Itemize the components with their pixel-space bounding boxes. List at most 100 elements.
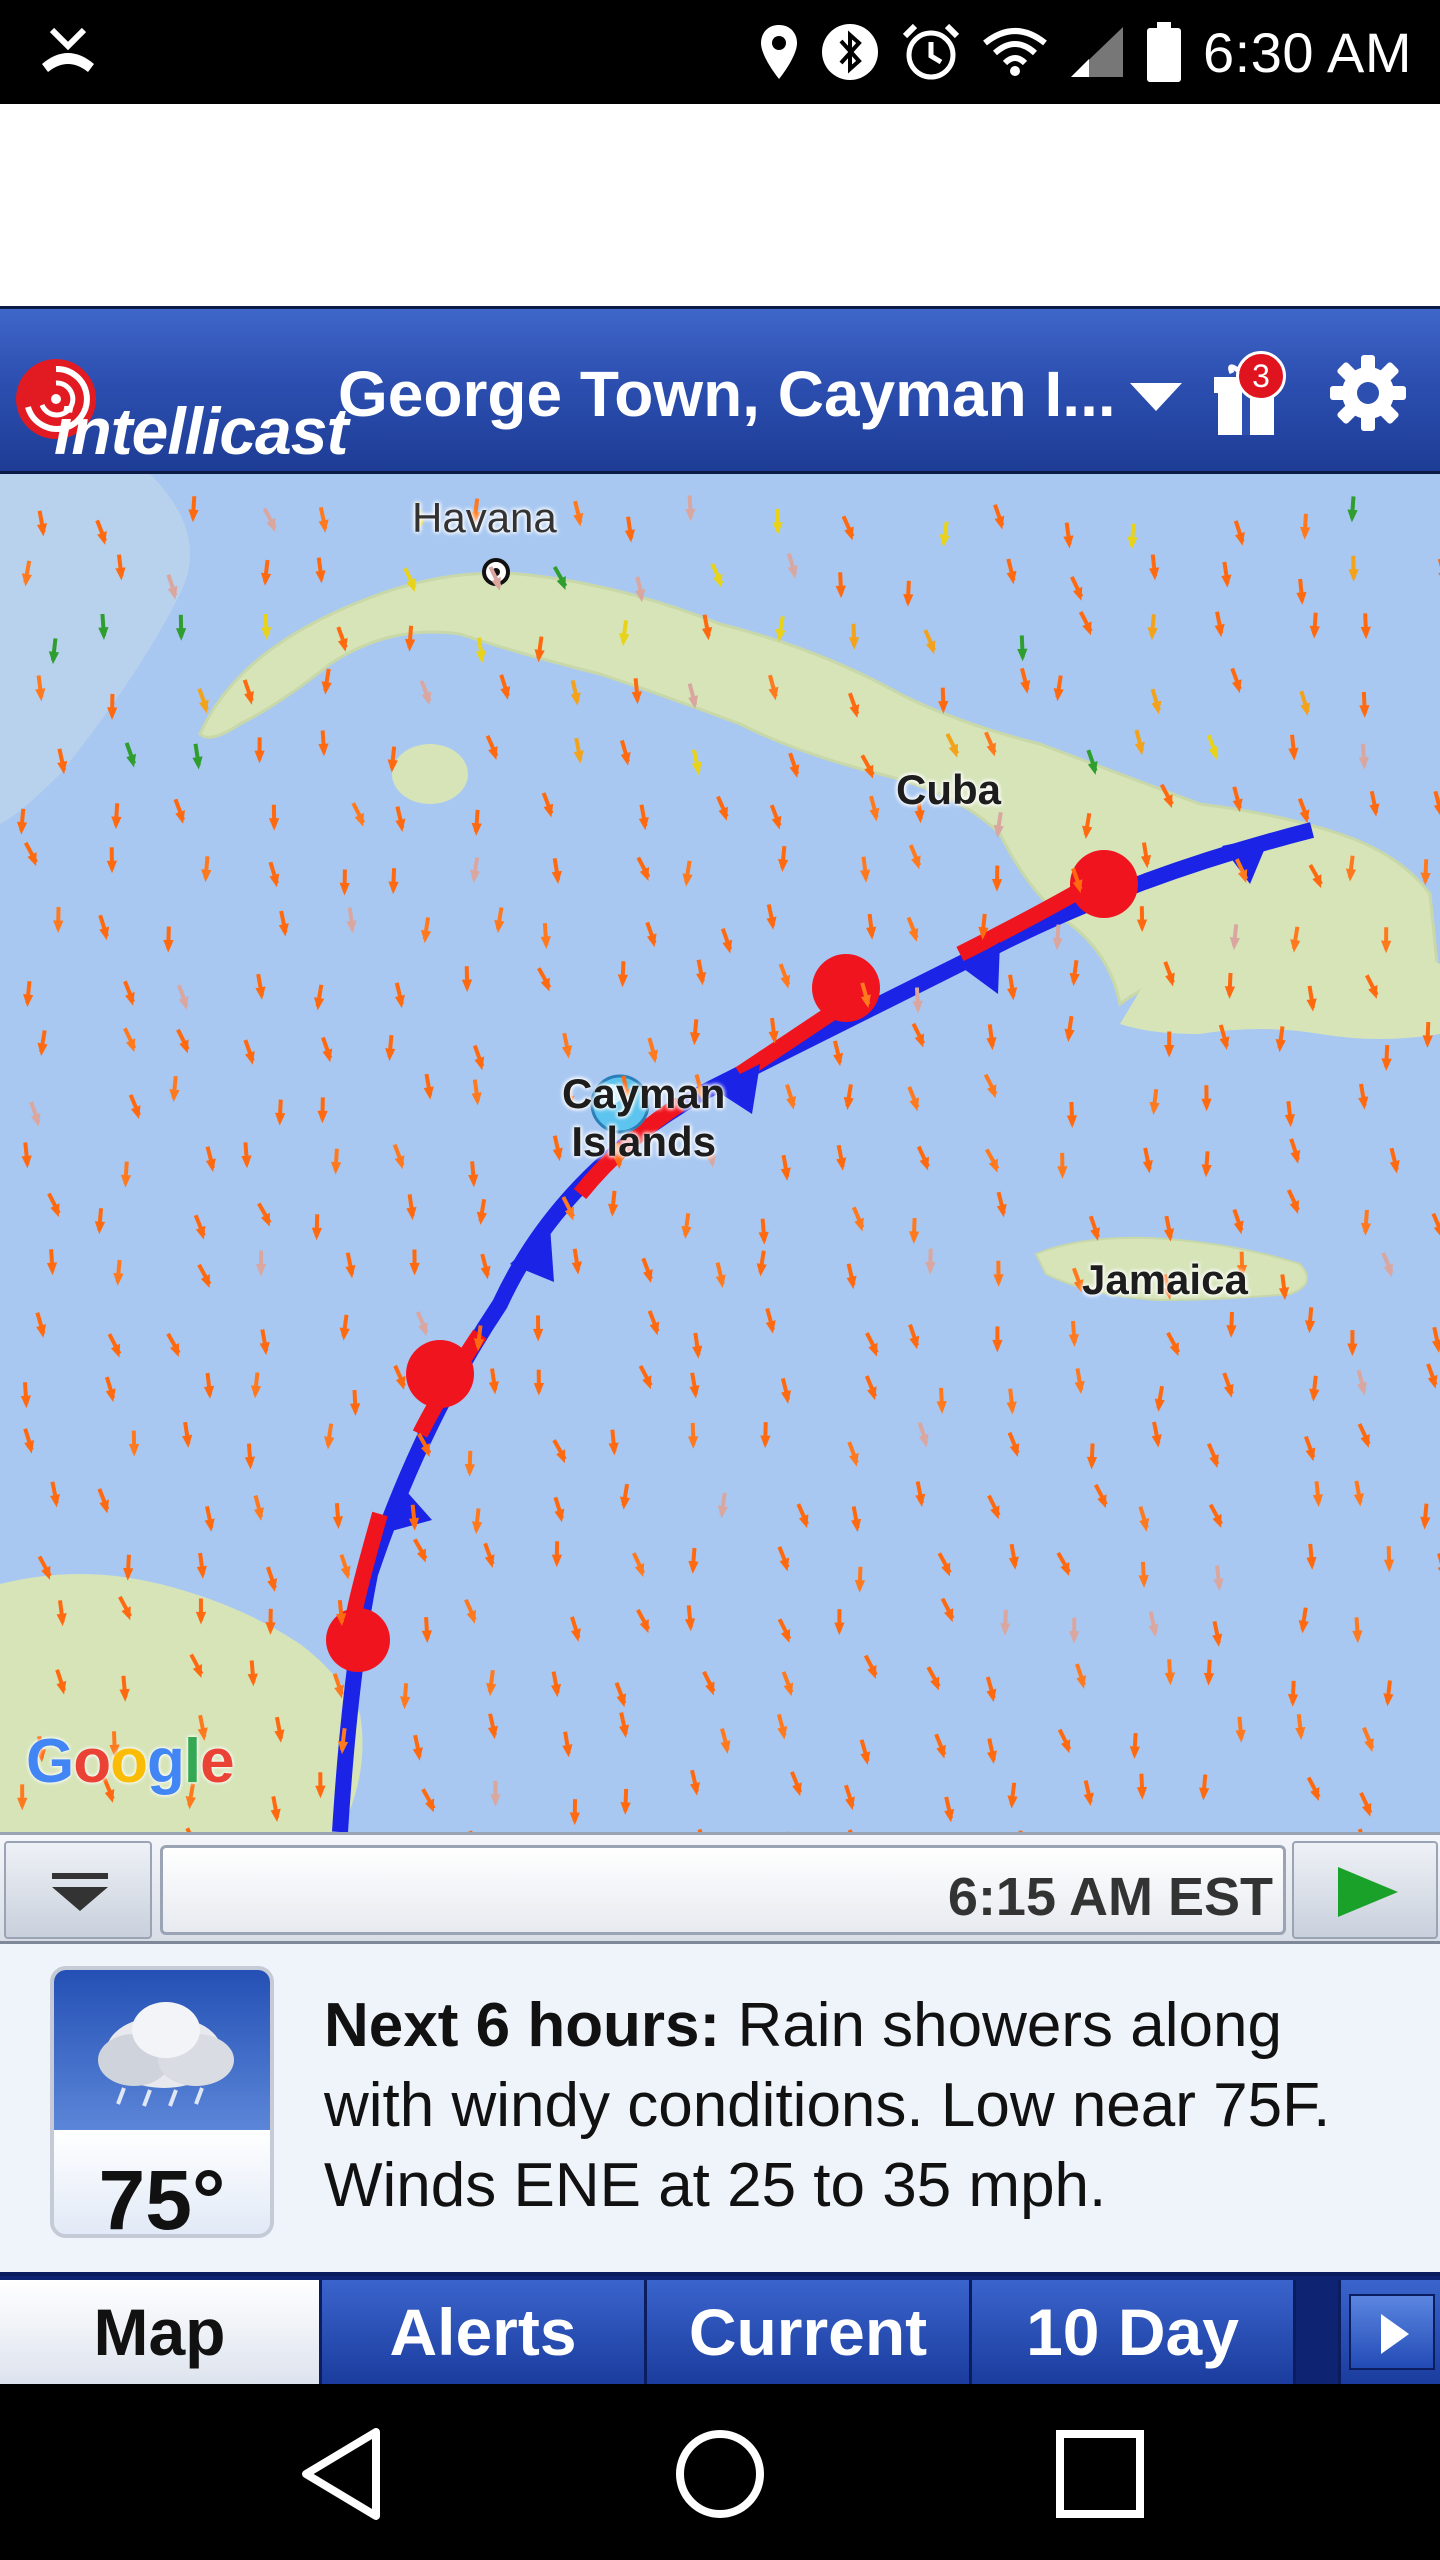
wind-arrow bbox=[1233, 520, 1245, 546]
wind-arrow bbox=[1142, 1147, 1153, 1174]
wind-arrow bbox=[113, 1259, 124, 1286]
wind-arrow bbox=[790, 1771, 803, 1797]
wind-arrow bbox=[607, 1190, 619, 1217]
wind-arrow bbox=[205, 1146, 216, 1173]
intellicast-logo: intellicast bbox=[8, 329, 348, 468]
wind-arrow bbox=[339, 1314, 350, 1341]
tab-alerts[interactable]: Alerts bbox=[322, 2280, 647, 2384]
app-header: intellicast George Town, Cayman I... 3 bbox=[0, 306, 1440, 474]
wind-arrow bbox=[166, 1332, 181, 1357]
wind-arrow bbox=[1298, 1607, 1309, 1634]
wind-arrow bbox=[349, 1389, 361, 1417]
wind-arrow bbox=[1288, 734, 1299, 761]
wind-arrow bbox=[471, 1079, 482, 1106]
wind-arrow bbox=[461, 966, 473, 993]
wind-arrow bbox=[854, 1566, 866, 1593]
tab-10-day[interactable]: 10 Day bbox=[972, 2280, 1296, 2384]
wind-arrow bbox=[413, 1538, 428, 1563]
gear-icon[interactable] bbox=[1326, 351, 1410, 435]
wind-arrow bbox=[1086, 1443, 1098, 1470]
wind-arrow bbox=[1295, 1714, 1306, 1741]
tabs-more-button[interactable] bbox=[1338, 2280, 1440, 2384]
map-label-cayman-line2: Islands bbox=[571, 1118, 717, 1165]
wind-arrow bbox=[532, 1315, 544, 1342]
back-icon[interactable] bbox=[296, 2424, 386, 2524]
weather-icon-background bbox=[54, 1970, 270, 2130]
wind-arrow bbox=[1286, 1189, 1300, 1215]
signal-icon bbox=[1071, 27, 1124, 77]
wind-arrow bbox=[1052, 924, 1063, 951]
wind-arrow bbox=[480, 1253, 491, 1280]
chevron-down-icon[interactable] bbox=[1128, 381, 1184, 413]
wind-arrow bbox=[1129, 1732, 1141, 1760]
wind-arrow bbox=[1206, 1442, 1220, 1469]
wind-arrow bbox=[573, 500, 584, 527]
play-button[interactable] bbox=[1292, 1841, 1438, 1939]
timeline-slider[interactable]: 6:15 AM EST bbox=[160, 1845, 1286, 1935]
weather-map[interactable]: Havana Cuba Cayman Islands Jamaica Googl… bbox=[0, 474, 1440, 1832]
wind-arrow bbox=[987, 1494, 1001, 1520]
wind-arrow bbox=[339, 1554, 351, 1580]
wind-arrow bbox=[1147, 614, 1158, 641]
wind-arrow bbox=[315, 557, 326, 584]
wind-arrow bbox=[421, 1616, 433, 1644]
wind-arrow bbox=[936, 1387, 947, 1414]
tab-current[interactable]: Current bbox=[647, 2280, 972, 2384]
wind-arrow bbox=[464, 1598, 477, 1624]
wind-arrow bbox=[617, 961, 629, 988]
wind-arrow bbox=[1068, 1320, 1080, 1347]
timeline-menu-button[interactable] bbox=[4, 1841, 152, 1939]
wind-arrow bbox=[1134, 729, 1145, 756]
wind-arrow bbox=[917, 1421, 929, 1448]
wind-arrow bbox=[986, 1024, 997, 1051]
wind-arrow bbox=[1426, 1363, 1438, 1389]
home-icon[interactable] bbox=[672, 2426, 768, 2522]
wind-arrow bbox=[911, 1022, 926, 1048]
wind-arrow bbox=[412, 1734, 423, 1761]
wind-arrow bbox=[471, 809, 482, 836]
wind-arrow bbox=[1289, 1138, 1301, 1164]
tabs-more-inner bbox=[1349, 2294, 1435, 2370]
wind-arrow bbox=[1309, 612, 1320, 639]
wind-arrow bbox=[1074, 1368, 1085, 1395]
wind-arrow bbox=[715, 1262, 726, 1289]
location-selector[interactable]: George Town, Cayman I... bbox=[338, 357, 1116, 431]
map-label-jamaica: Jamaica bbox=[1082, 1256, 1248, 1303]
wind-arrow bbox=[690, 1769, 701, 1796]
wind-arrow bbox=[1064, 1015, 1075, 1042]
wind-arrow bbox=[766, 903, 777, 930]
wind-arrow bbox=[1212, 1620, 1223, 1647]
current-conditions-card[interactable]: 75° bbox=[50, 1966, 274, 2238]
wind-arrow bbox=[906, 916, 919, 942]
wind-arrow bbox=[987, 1738, 998, 1765]
wind-arrow bbox=[1358, 1083, 1369, 1110]
forecast-panel: 75° Next 6 hours: Rain showers along wit… bbox=[0, 1944, 1440, 2272]
wind-arrow bbox=[1078, 610, 1093, 636]
wind-arrow bbox=[1299, 690, 1311, 717]
recent-apps-icon[interactable] bbox=[1054, 2428, 1146, 2520]
wind-arrow bbox=[777, 845, 789, 873]
wind-arrow bbox=[551, 1541, 563, 1568]
wind-arrow bbox=[553, 1496, 565, 1523]
wind-arrow bbox=[765, 1307, 776, 1334]
wind-arrow bbox=[1063, 522, 1074, 549]
wind-arrow bbox=[692, 1332, 703, 1359]
wind-arrow bbox=[488, 1368, 500, 1395]
wind-arrow bbox=[691, 749, 702, 776]
wind-arrow bbox=[573, 737, 584, 764]
wind-arrow bbox=[641, 1257, 653, 1283]
missed-call-icon bbox=[42, 27, 94, 72]
tab-map[interactable]: Map bbox=[0, 2280, 322, 2384]
wind-arrow bbox=[1359, 691, 1370, 718]
wind-arrow bbox=[278, 910, 289, 937]
wind-arrow bbox=[1296, 578, 1307, 605]
wind-arrow bbox=[1070, 576, 1084, 601]
wind-arrow bbox=[1083, 1780, 1094, 1806]
wind-arrow bbox=[796, 1503, 809, 1529]
google-attribution[interactable]: Google bbox=[26, 1726, 235, 1797]
wind-arrow bbox=[903, 580, 914, 607]
wind-arrow bbox=[550, 1671, 562, 1698]
temperature-area: 75° bbox=[54, 2130, 270, 2234]
wind-arrow bbox=[471, 1508, 483, 1535]
wind-arrow bbox=[720, 928, 733, 954]
